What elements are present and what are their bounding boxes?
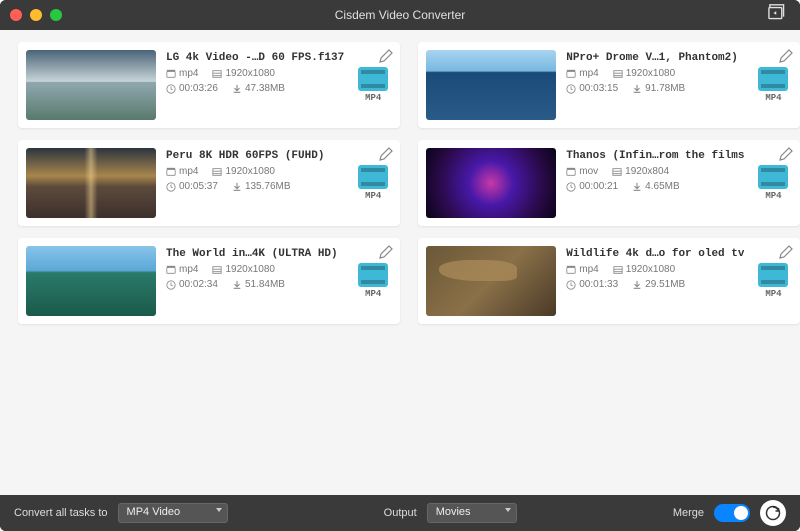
video-meta: Wildlife 4k d…o for oled tv mp4 1920x108… <box>566 246 744 316</box>
duration-badge: 00:01:33 <box>566 279 618 290</box>
bottom-toolbar: Convert all tasks to MP4 Video Output Mo… <box>0 495 800 531</box>
video-meta: Peru 8K HDR 60FPS (FUHD) mp4 1920x1080 0… <box>166 148 344 218</box>
edit-button[interactable] <box>378 146 394 162</box>
resolution-badge: 1920x804 <box>612 166 669 177</box>
video-title: Wildlife 4k d…o for oled tv <box>566 248 744 260</box>
format-badge: mp4 <box>166 264 198 275</box>
resolution-badge: 1920x1080 <box>212 68 275 79</box>
video-card[interactable]: NPro+ Drome V…1, Phantom2) mp4 1920x1080… <box>418 42 800 128</box>
video-thumbnail <box>426 50 556 120</box>
video-card[interactable]: Thanos (Infin…rom the films mov 1920x804… <box>418 140 800 226</box>
mp4-icon <box>758 67 788 91</box>
filesize-badge: 29.51MB <box>632 279 685 290</box>
resolution-badge: 1920x1080 <box>212 264 275 275</box>
video-thumbnail <box>426 246 556 316</box>
start-convert-button[interactable] <box>760 500 786 526</box>
resolution-badge: 1920x1080 <box>212 166 275 177</box>
video-card[interactable]: LG 4k Video -…D 60 FPS.f137 mp4 1920x108… <box>18 42 400 128</box>
fullscreen-icon[interactable] <box>50 9 62 21</box>
filesize-badge: 4.65MB <box>632 181 679 192</box>
video-title: LG 4k Video -…D 60 FPS.f137 <box>166 52 344 64</box>
mp4-icon <box>758 165 788 189</box>
video-thumbnail <box>26 246 156 316</box>
video-title: Thanos (Infin…rom the films <box>566 150 744 162</box>
video-meta: The World in…4K (ULTRA HD) mp4 1920x1080… <box>166 246 344 316</box>
window-title: Cisdem Video Converter <box>335 8 466 22</box>
close-icon[interactable] <box>10 9 22 21</box>
output-label: Output <box>384 507 417 519</box>
merge-toggle[interactable] <box>714 504 750 522</box>
format-badge: mp4 <box>166 68 198 79</box>
media-library-button[interactable] <box>768 4 790 27</box>
duration-badge: 00:03:15 <box>566 83 618 94</box>
video-meta: LG 4k Video -…D 60 FPS.f137 mp4 1920x108… <box>166 50 344 120</box>
convert-all-label: Convert all tasks to <box>14 507 108 519</box>
format-badge: mov <box>566 166 598 177</box>
mp4-icon <box>358 67 388 91</box>
app-window: Cisdem Video Converter LG 4k Video -…D 6… <box>0 0 800 531</box>
edit-button[interactable] <box>778 146 794 162</box>
minimize-icon[interactable] <box>30 9 42 21</box>
edit-button[interactable] <box>778 48 794 64</box>
mp4-icon <box>758 263 788 287</box>
traffic-lights <box>10 9 62 21</box>
filesize-badge: 47.38MB <box>232 83 285 94</box>
filesize-badge: 51.84MB <box>232 279 285 290</box>
duration-badge: 00:02:34 <box>166 279 218 290</box>
format-badge: mp4 <box>566 68 598 79</box>
video-title: NPro+ Drome V…1, Phantom2) <box>566 52 744 64</box>
mp4-icon <box>358 165 388 189</box>
video-thumbnail <box>26 148 156 218</box>
edit-button[interactable] <box>378 244 394 260</box>
resolution-badge: 1920x1080 <box>613 68 676 79</box>
video-meta: Thanos (Infin…rom the films mov 1920x804… <box>566 148 744 218</box>
video-card[interactable]: The World in…4K (ULTRA HD) mp4 1920x1080… <box>18 238 400 324</box>
video-thumbnail <box>26 50 156 120</box>
filesize-badge: 135.76MB <box>232 181 291 192</box>
format-badge: mp4 <box>166 166 198 177</box>
video-card[interactable]: Wildlife 4k d…o for oled tv mp4 1920x108… <box>418 238 800 324</box>
video-title: Peru 8K HDR 60FPS (FUHD) <box>166 150 344 162</box>
duration-badge: 00:00:21 <box>566 181 618 192</box>
filesize-badge: 91.78MB <box>632 83 685 94</box>
format-select[interactable]: MP4 Video <box>118 503 228 523</box>
video-card[interactable]: Peru 8K HDR 60FPS (FUHD) mp4 1920x1080 0… <box>18 140 400 226</box>
mp4-icon <box>358 263 388 287</box>
video-thumbnail <box>426 148 556 218</box>
video-list: LG 4k Video -…D 60 FPS.f137 mp4 1920x108… <box>0 30 800 495</box>
video-title: The World in…4K (ULTRA HD) <box>166 248 344 260</box>
edit-button[interactable] <box>378 48 394 64</box>
duration-badge: 00:05:37 <box>166 181 218 192</box>
edit-button[interactable] <box>778 244 794 260</box>
titlebar: Cisdem Video Converter <box>0 0 800 30</box>
video-meta: NPro+ Drome V…1, Phantom2) mp4 1920x1080… <box>566 50 744 120</box>
format-badge: mp4 <box>566 264 598 275</box>
duration-badge: 00:03:26 <box>166 83 218 94</box>
merge-label: Merge <box>673 507 704 519</box>
resolution-badge: 1920x1080 <box>613 264 676 275</box>
output-folder-select[interactable]: Movies <box>427 503 517 523</box>
